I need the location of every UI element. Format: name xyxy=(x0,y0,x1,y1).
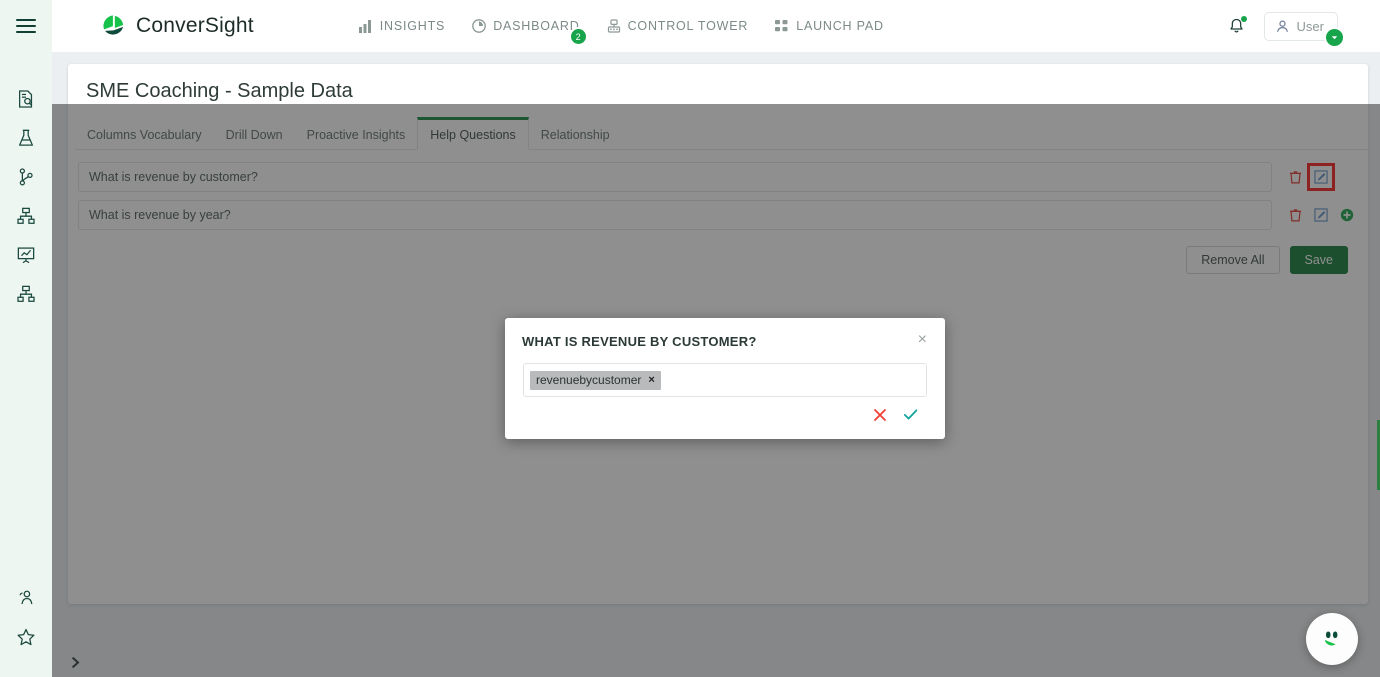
grid-dots-icon xyxy=(775,20,788,32)
user-label: User xyxy=(1296,18,1324,34)
hamburger-icon xyxy=(16,19,36,33)
tag-chip[interactable]: revenuebycustomer × xyxy=(530,370,661,390)
user-menu-button[interactable]: User xyxy=(1263,11,1345,48)
confirm-check-icon[interactable] xyxy=(902,406,919,423)
hierarchy-icon xyxy=(17,285,35,302)
cancel-x-icon[interactable] xyxy=(872,407,888,423)
brand-logo[interactable]: ConverSight xyxy=(100,13,254,40)
menu-toggle-button[interactable] xyxy=(0,0,52,52)
sidebar-item-star[interactable] xyxy=(7,618,45,656)
page-title: SME Coaching - Sample Data xyxy=(86,80,353,102)
sidebar-item-branch[interactable] xyxy=(7,158,45,196)
hierarchy-icon xyxy=(17,207,35,224)
person-icon xyxy=(1276,20,1288,32)
nav-label-insights: INSIGHTS xyxy=(379,19,446,33)
main-nav: INSIGHTS DASHBOARD 2 CONTROL TOWER LAUNC… xyxy=(358,15,884,46)
conversight-logo-icon xyxy=(103,14,124,35)
sidebar-item-flask[interactable] xyxy=(7,119,45,157)
sidebar-item-hierarchy-2[interactable] xyxy=(7,275,45,313)
tag-input[interactable]: revenuebycustomer × xyxy=(523,363,927,397)
gauge-icon xyxy=(472,19,487,33)
sidebar-item-presentation-chart[interactable] xyxy=(7,236,45,274)
modal-title: WHAT IS REVENUE BY CUSTOMER? xyxy=(522,334,757,349)
nav-label-launch-pad: LAUNCH PAD xyxy=(796,19,884,33)
modal-header: WHAT IS REVENUE BY CUSTOMER? × xyxy=(505,318,945,357)
nav-item-insights[interactable]: INSIGHTS xyxy=(358,15,446,37)
tag-remove-icon[interactable]: × xyxy=(648,374,654,386)
bar-chart-icon xyxy=(358,19,371,33)
control-tower-icon xyxy=(607,19,620,33)
edit-question-modal: WHAT IS REVENUE BY CUSTOMER? × revenueby… xyxy=(505,318,945,439)
header-actions: User xyxy=(1227,11,1345,48)
nav-label-control-tower: CONTROL TOWER xyxy=(627,19,749,33)
sidebar-item-hierarchy[interactable] xyxy=(7,197,45,235)
notifications-button[interactable] xyxy=(1227,15,1247,36)
top-header: ConverSight INSIGHTS DASHBOARD 2 CONTROL… xyxy=(0,0,1380,52)
flask-icon xyxy=(19,129,33,146)
close-icon[interactable]: × xyxy=(916,332,929,348)
brand-name: ConverSight xyxy=(136,14,254,37)
presentation-chart-icon xyxy=(17,247,35,264)
conversight-assistant-icon xyxy=(1324,631,1338,646)
modal-footer xyxy=(505,397,945,439)
left-sidebar xyxy=(0,52,52,677)
branch-icon xyxy=(19,168,33,186)
star-icon xyxy=(17,628,35,646)
sidebar-bottom-group xyxy=(7,579,45,677)
modal-body: revenuebycustomer × xyxy=(505,357,945,397)
nav-item-control-tower[interactable]: CONTROL TOWER xyxy=(607,15,749,37)
assistant-chat-button[interactable] xyxy=(1306,613,1358,665)
tag-label: revenuebycustomer xyxy=(536,372,642,387)
chevron-down-icon xyxy=(1324,26,1345,48)
nav-badge-dashboard: 2 xyxy=(568,27,588,46)
sidebar-item-document-search[interactable] xyxy=(7,80,45,118)
user-group-icon xyxy=(19,590,33,605)
document-search-icon xyxy=(19,90,33,108)
notification-dot xyxy=(1240,15,1247,22)
nav-item-launch-pad[interactable]: LAUNCH PAD xyxy=(775,15,884,37)
nav-item-dashboard[interactable]: DASHBOARD 2 xyxy=(472,15,588,46)
nav-label-dashboard: DASHBOARD xyxy=(493,19,580,33)
sidebar-item-user-group[interactable] xyxy=(7,579,45,617)
